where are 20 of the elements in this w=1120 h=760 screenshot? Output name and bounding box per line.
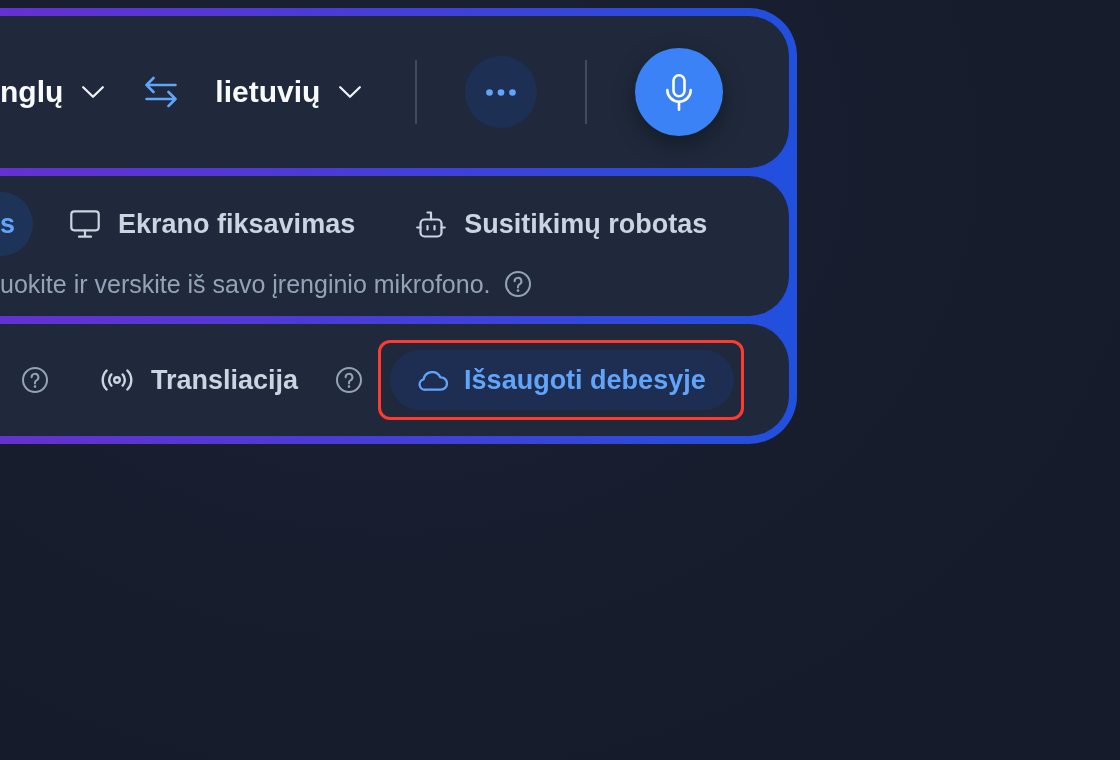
mode-tab[interactable]: s [0, 192, 34, 256]
monitor-icon [70, 210, 101, 238]
help-icon[interactable] [336, 367, 363, 393]
broadcast-toggle[interactable]: Transliacija [77, 350, 323, 410]
help-icon[interactable] [505, 271, 532, 297]
cloud-icon [417, 369, 449, 391]
mode-tab[interactable]: Ekrano fiksavimas [46, 192, 380, 256]
swap-arrows-icon[interactable] [145, 76, 178, 108]
target-language-dropdown[interactable]: lietuvių [215, 74, 362, 110]
source-language-dropdown[interactable]: nglų [0, 74, 105, 110]
mode-description: uokite ir verskite iš savo įrenginio mikrofono. [0, 269, 491, 299]
save-to-cloud-button[interactable]: Išsaugoti debesyje [390, 350, 734, 410]
help-icon[interactable] [22, 367, 48, 393]
robot-icon [416, 210, 447, 238]
chevron-down-icon [82, 86, 105, 98]
mode-tab[interactable]: Susitikimų robotas [392, 192, 732, 256]
broadcast-icon [101, 369, 133, 391]
microphone-icon [666, 73, 693, 111]
more-dots-icon [486, 88, 517, 96]
chevron-down-icon [339, 86, 362, 98]
